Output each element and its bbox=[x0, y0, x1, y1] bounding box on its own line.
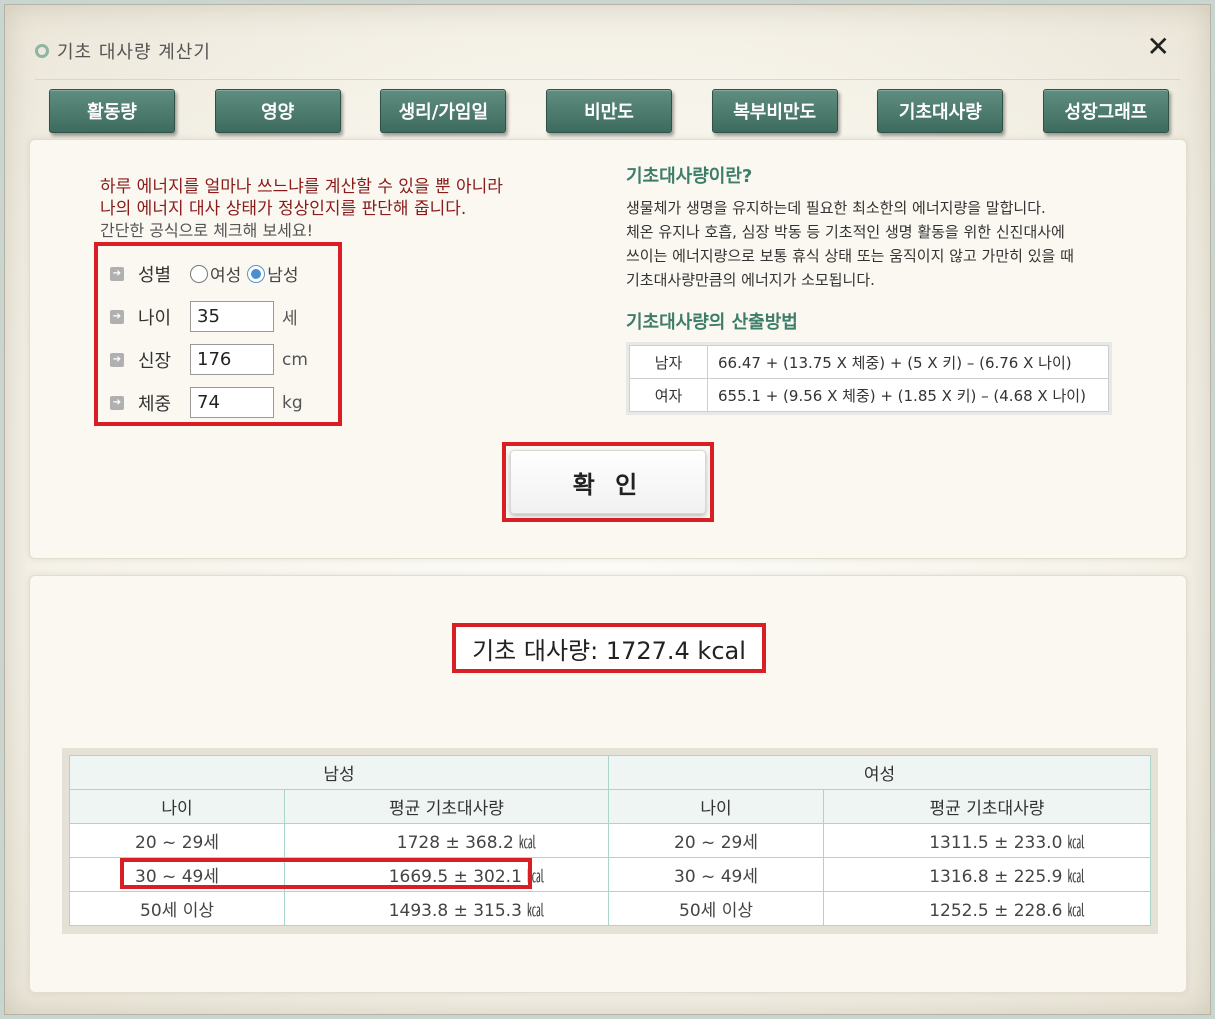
female-age-header: 나이 bbox=[608, 789, 824, 824]
title-circle-icon bbox=[35, 44, 49, 58]
male-age-cell: 20 ~ 29세 bbox=[69, 823, 285, 858]
method-title: 기초대사량의 산출방법 bbox=[626, 312, 798, 333]
tab-menstrual[interactable]: 생리/가임일 bbox=[380, 89, 507, 133]
title-divider bbox=[35, 79, 1180, 80]
arrow-bullet-icon: ➔ bbox=[110, 352, 124, 367]
info-line: 쓰이는 에너지량으로 보통 휴식 상태 또는 움직이지 않고 가만히 있을 때 bbox=[626, 247, 1074, 265]
weight-row: ➔ 체중 74 kg bbox=[98, 381, 338, 424]
title-bar: 기초 대사량 계산기 bbox=[35, 37, 211, 65]
tab-growth-graph[interactable]: 성장그래프 bbox=[1042, 89, 1169, 133]
formula-gender: 여자 bbox=[629, 378, 708, 412]
formula-row-male: 남자 66.47 + (13.75 X 체중) + (5 X 키) – (6.7… bbox=[629, 345, 1109, 379]
table-row: 20 ~ 29세 1728 ± 368.2 ㎉ 20 ~ 29세 1311.5 … bbox=[69, 823, 1151, 858]
female-age-cell: 20 ~ 29세 bbox=[608, 823, 824, 858]
info-title: 기초대사량이란? bbox=[626, 166, 753, 187]
female-bmr-cell: 1311.5 ± 233.0 ㎉ bbox=[823, 823, 1151, 858]
calculator-window: 기초 대사량 계산기 ✕ 활동량 영양 생리/가임일 비만도 복부비만도 기초대… bbox=[4, 4, 1211, 1015]
table-row: 50세 이상 1493.8 ± 315.3 ㎉ 50세 이상 1252.5 ± … bbox=[69, 891, 1151, 926]
male-bmr-cell: 1669.5 ± 302.1 ㎉ bbox=[284, 857, 609, 892]
gender-label: 성별 bbox=[138, 264, 172, 286]
close-button[interactable]: ✕ bbox=[1147, 33, 1170, 61]
male-header: 남성 bbox=[69, 755, 609, 790]
stats-table-frame: 남성 여성 나이 평균 기초대사량 나이 평균 기초대사량 20 ~ 29세 1… bbox=[62, 748, 1158, 934]
age-row: ➔ 나이 35 세 bbox=[98, 295, 338, 338]
formula-text: 66.47 + (13.75 X 체중) + (5 X 키) – (6.76 X… bbox=[707, 345, 1109, 379]
arrow-bullet-icon: ➔ bbox=[110, 309, 124, 324]
male-age-cell: 30 ~ 49세 bbox=[69, 857, 285, 892]
gender-male-label: 남성 bbox=[267, 266, 299, 286]
info-line: 체온 유지나 호흡, 심장 박동 등 기초적인 생명 활동을 위한 신진대사에 bbox=[626, 223, 1065, 241]
intro-line-3: 간단한 공식으로 체크해 보세요! bbox=[100, 221, 314, 240]
gender-row: ➔ 성별 여성 남성 bbox=[98, 252, 338, 295]
formula-row-female: 여자 655.1 + (9.56 X 체중) + (1.85 X 키) – (4… bbox=[629, 378, 1109, 412]
tab-bar: 활동량 영양 생리/가임일 비만도 복부비만도 기초대사량 성장그래프 bbox=[49, 89, 1169, 133]
bmr-stats-table: 남성 여성 나이 평균 기초대사량 나이 평균 기초대사량 20 ~ 29세 1… bbox=[69, 755, 1151, 926]
result-panel: 기초 대사량: 1727.4 kcal 남성 여성 나이 평균 기초대사량 나이… bbox=[29, 575, 1187, 993]
male-age-header: 나이 bbox=[69, 789, 285, 824]
bmr-info: 기초대사량이란? 생물체가 생명을 유지하는데 필요한 최소한의 에너지량을 말… bbox=[626, 162, 1126, 415]
female-header: 여성 bbox=[608, 755, 1151, 790]
female-bmr-cell: 1316.8 ± 225.9 ㎉ bbox=[823, 857, 1151, 892]
height-unit: cm bbox=[282, 349, 308, 370]
tab-nutrition[interactable]: 영양 bbox=[214, 89, 341, 133]
confirm-highlight: 확 인 bbox=[502, 442, 714, 522]
weight-input[interactable]: 74 bbox=[190, 387, 274, 418]
tab-obesity[interactable]: 비만도 bbox=[545, 89, 672, 133]
male-bmr-cell: 1493.8 ± 315.3 ㎉ bbox=[284, 891, 609, 926]
info-description: 생물체가 생명을 유지하는데 필요한 최소한의 에너지량을 말합니다. 체온 유… bbox=[626, 196, 1126, 292]
male-age-cell: 50세 이상 bbox=[69, 891, 285, 926]
input-form: ➔ 성별 여성 남성 ➔ 나이 35 세 ➔ 신장 176 cm ➔ 체중 74… bbox=[94, 242, 342, 426]
male-bmr-cell: 1728 ± 368.2 ㎉ bbox=[284, 823, 609, 858]
formula-table: 남자 66.47 + (13.75 X 체중) + (5 X 키) – (6.7… bbox=[629, 345, 1109, 412]
gender-male-radio[interactable]: 남성 bbox=[247, 261, 299, 286]
formula-gender: 남자 bbox=[629, 345, 708, 379]
gender-female-label: 여성 bbox=[210, 266, 242, 286]
female-age-cell: 30 ~ 49세 bbox=[608, 857, 824, 892]
tab-activity[interactable]: 활동량 bbox=[49, 89, 175, 133]
gender-female-radio[interactable]: 여성 bbox=[190, 261, 241, 286]
female-age-cell: 50세 이상 bbox=[608, 891, 824, 926]
bmr-result: 기초 대사량: 1727.4 kcal bbox=[452, 623, 766, 673]
confirm-button[interactable]: 확 인 bbox=[510, 450, 706, 514]
tab-bmr[interactable]: 기초대사량 bbox=[877, 89, 1004, 133]
info-line: 생물체가 생명을 유지하는데 필요한 최소한의 에너지량을 말합니다. bbox=[626, 199, 1046, 217]
age-unit: 세 bbox=[282, 309, 298, 329]
age-input[interactable]: 35 bbox=[190, 301, 274, 332]
formula-table-frame: 남자 66.47 + (13.75 X 체중) + (5 X 키) – (6.7… bbox=[626, 342, 1112, 415]
radio-circle-female[interactable] bbox=[190, 264, 208, 283]
female-avg-header: 평균 기초대사량 bbox=[823, 789, 1151, 824]
radio-circle-male[interactable] bbox=[247, 264, 266, 283]
intro-text: 하루 에너지를 얼마나 쓰느냐를 계산할 수 있을 뿐 아니라 나의 에너지 대… bbox=[100, 176, 620, 242]
window-title: 기초 대사량 계산기 bbox=[57, 42, 211, 63]
male-avg-header: 평균 기초대사량 bbox=[284, 789, 609, 824]
female-bmr-cell: 1252.5 ± 228.6 ㎉ bbox=[823, 891, 1151, 926]
weight-unit: kg bbox=[282, 392, 303, 413]
height-row: ➔ 신장 176 cm bbox=[98, 338, 338, 381]
tab-abdominal-obesity[interactable]: 복부비만도 bbox=[711, 89, 838, 133]
table-header-row: 남성 여성 bbox=[69, 755, 1151, 790]
height-input[interactable]: 176 bbox=[190, 344, 274, 375]
intro-line-2: 나의 에너지 대사 상태가 정상인지를 판단해 줍니다. bbox=[100, 199, 467, 219]
intro-line-1: 하루 에너지를 얼마나 쓰느냐를 계산할 수 있을 뿐 아니라 bbox=[100, 177, 503, 197]
table-row: 30 ~ 49세 1669.5 ± 302.1 ㎉ 30 ~ 49세 1316.… bbox=[69, 857, 1151, 892]
arrow-bullet-icon: ➔ bbox=[110, 266, 124, 281]
info-line: 기초대사량만큼의 에너지가 소모됩니다. bbox=[626, 271, 875, 289]
input-panel: 하루 에너지를 얼마나 쓰느냐를 계산할 수 있을 뿐 아니라 나의 에너지 대… bbox=[29, 139, 1187, 559]
arrow-bullet-icon: ➔ bbox=[110, 395, 124, 410]
age-label: 나이 bbox=[138, 307, 172, 329]
height-label: 신장 bbox=[138, 350, 172, 372]
table-subheader-row: 나이 평균 기초대사량 나이 평균 기초대사량 bbox=[69, 789, 1151, 824]
weight-label: 체중 bbox=[138, 393, 172, 415]
formula-text: 655.1 + (9.56 X 체중) + (1.85 X 키) – (4.68… bbox=[707, 378, 1109, 412]
